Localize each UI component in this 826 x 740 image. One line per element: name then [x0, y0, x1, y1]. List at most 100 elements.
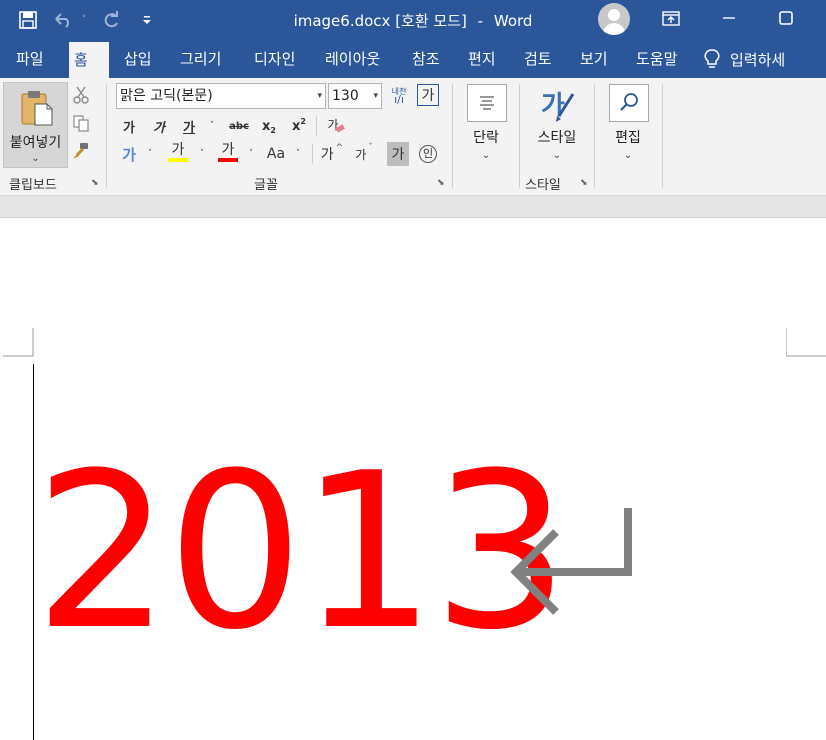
- font-size-value: 130: [332, 88, 359, 104]
- font-color-dropdown-icon[interactable]: ˅: [243, 142, 257, 166]
- font-color-bar: [218, 158, 238, 162]
- grow-font-label: 가: [320, 147, 334, 163]
- copy-icon[interactable]: [70, 112, 92, 134]
- clipboard-launcher-icon[interactable]: ⬊: [91, 178, 101, 188]
- underline-dropdown-icon[interactable]: ˅: [204, 114, 218, 138]
- lightbulb-icon: [704, 49, 720, 68]
- editing-button[interactable]: 편집 ⌄: [604, 84, 652, 168]
- avatar-head: [608, 9, 620, 21]
- find-icon: [609, 84, 649, 122]
- highlight-button[interactable]: 가: [166, 140, 190, 164]
- styles-button[interactable]: 가 스타일 ⌄: [533, 84, 581, 168]
- highlight-dropdown-icon[interactable]: ˅: [194, 142, 208, 166]
- highlight-color-bar: [168, 158, 188, 162]
- user-avatar[interactable]: [598, 3, 630, 35]
- enclose-characters-label: 인: [419, 145, 437, 163]
- tab-file[interactable]: 파일: [2, 40, 58, 78]
- document-text[interactable]: 2013: [34, 444, 569, 659]
- tab-home[interactable]: 홈: [69, 42, 109, 78]
- font-launcher-icon[interactable]: ⬊: [437, 178, 447, 188]
- highlight-label: 가: [171, 142, 185, 158]
- phonetic-guide-icon: ı/ı: [394, 93, 404, 106]
- minimize-icon[interactable]: [719, 8, 739, 28]
- italic-label: 가: [153, 120, 165, 136]
- superscript-digit: 2: [300, 116, 306, 126]
- margin-corner-top-right: [786, 328, 826, 357]
- italic-button[interactable]: 가: [148, 114, 170, 138]
- styles-dropdown-icon[interactable]: ⌄: [533, 150, 581, 161]
- compatibility-mode: [호환 모드]: [395, 12, 467, 30]
- shrink-font-button[interactable]: 가ˇ: [352, 142, 376, 166]
- clear-formatting-button[interactable]: 가: [324, 112, 348, 136]
- character-shading-label: 가: [391, 147, 405, 163]
- paragraph-icon: [467, 84, 507, 122]
- subscript-button[interactable]: x2: [258, 114, 280, 138]
- text-effects-label: 가: [122, 145, 136, 164]
- font-size-box[interactable]: 130 ▾: [328, 83, 382, 109]
- styles-launcher-icon[interactable]: ⬊: [580, 178, 590, 188]
- font-inner-separator: [316, 116, 317, 136]
- paragraph-dropdown-icon[interactable]: ⌄: [462, 150, 510, 161]
- font-name-dropdown-icon[interactable]: ▾: [317, 84, 322, 108]
- grow-font-button[interactable]: 가 ^: [320, 142, 344, 166]
- tab-help[interactable]: 도움말: [622, 40, 691, 78]
- group-separator: [106, 84, 107, 188]
- document-page[interactable]: 2013: [0, 218, 826, 740]
- svg-text:가: 가: [541, 91, 565, 121]
- font-group-label: 글꼴: [254, 178, 278, 193]
- ribbon-display-options-icon[interactable]: [661, 8, 681, 28]
- enclose-characters-button[interactable]: 인: [417, 142, 439, 166]
- tell-me-search[interactable]: 입력하세: [704, 40, 785, 78]
- font-size-dropdown-icon[interactable]: ▾: [373, 84, 378, 108]
- tab-design[interactable]: 디자인: [240, 40, 309, 78]
- change-case-button[interactable]: Aa: [264, 142, 288, 166]
- restore-icon[interactable]: [776, 8, 796, 28]
- paste-button[interactable]: 붙여넣기 ⌄: [3, 82, 68, 168]
- character-shading-button[interactable]: 가: [387, 142, 409, 166]
- underline-label: 가: [183, 120, 195, 136]
- character-border-label: 가: [421, 88, 435, 104]
- underline-button[interactable]: 가: [178, 114, 200, 138]
- format-painter-icon[interactable]: [70, 140, 92, 162]
- clipboard-group-label: 클립보드: [9, 178, 57, 193]
- ribbon-bottom-bar: [0, 196, 826, 218]
- bold-button[interactable]: 가: [118, 114, 140, 138]
- phonetic-guide-button[interactable]: 내천 ı/ı: [388, 84, 410, 108]
- tab-view[interactable]: 보기: [566, 40, 622, 78]
- font-name-box[interactable]: 맑은 고딕(본문) ▾: [116, 83, 326, 109]
- font-color-label: 가: [221, 142, 235, 158]
- text-effects-button[interactable]: 가: [118, 142, 140, 166]
- app-name: Word: [493, 12, 533, 30]
- tab-references[interactable]: 참조: [398, 40, 454, 78]
- subscript-x: x: [262, 118, 271, 134]
- window-title: image6.docx [호환 모드] - Word: [0, 10, 826, 31]
- title-separator: -: [477, 12, 484, 30]
- subscript-digit: 2: [270, 125, 276, 135]
- tab-mailings[interactable]: 편지: [454, 40, 510, 78]
- paragraph-label: 단락: [473, 130, 499, 146]
- styles-group-label: 스타일: [525, 178, 561, 193]
- tab-draw[interactable]: 그리기: [166, 40, 235, 78]
- cut-icon[interactable]: [70, 84, 92, 106]
- editing-dropdown-icon[interactable]: ⌄: [604, 150, 652, 161]
- superscript-button[interactable]: x2: [288, 114, 310, 138]
- document-name: image6.docx: [293, 12, 391, 30]
- font-color-button[interactable]: 가: [216, 140, 240, 164]
- styles-icon: 가: [541, 91, 575, 122]
- strikethrough-button[interactable]: abc: [226, 114, 252, 138]
- text-effects-dropdown-icon[interactable]: ˅: [142, 142, 156, 166]
- paragraph-button[interactable]: 단락 ⌄: [462, 84, 510, 168]
- change-case-dropdown-icon[interactable]: ˅: [290, 142, 304, 166]
- group-separator: [519, 84, 520, 188]
- tab-insert[interactable]: 삽입: [110, 40, 166, 78]
- paragraph-mark-icon: [510, 508, 632, 615]
- paste-dropdown-icon[interactable]: ⌄: [4, 153, 67, 164]
- character-border-button[interactable]: 가: [417, 84, 439, 106]
- tab-review[interactable]: 검토: [510, 40, 566, 78]
- margin-corner-top-left: [3, 328, 34, 357]
- tab-layout[interactable]: 레이아웃: [311, 40, 394, 78]
- title-bar: ˅ image6.docx [호환 모드] - Word: [0, 0, 826, 40]
- shrink-font-label: 가: [355, 147, 367, 162]
- ribbon-tabs: 파일 홈 삽입 그리기 디자인 레이아웃 참조 편지 검토 보기 도움말 입력하…: [0, 40, 826, 78]
- styles-label: 스타일: [537, 130, 577, 146]
